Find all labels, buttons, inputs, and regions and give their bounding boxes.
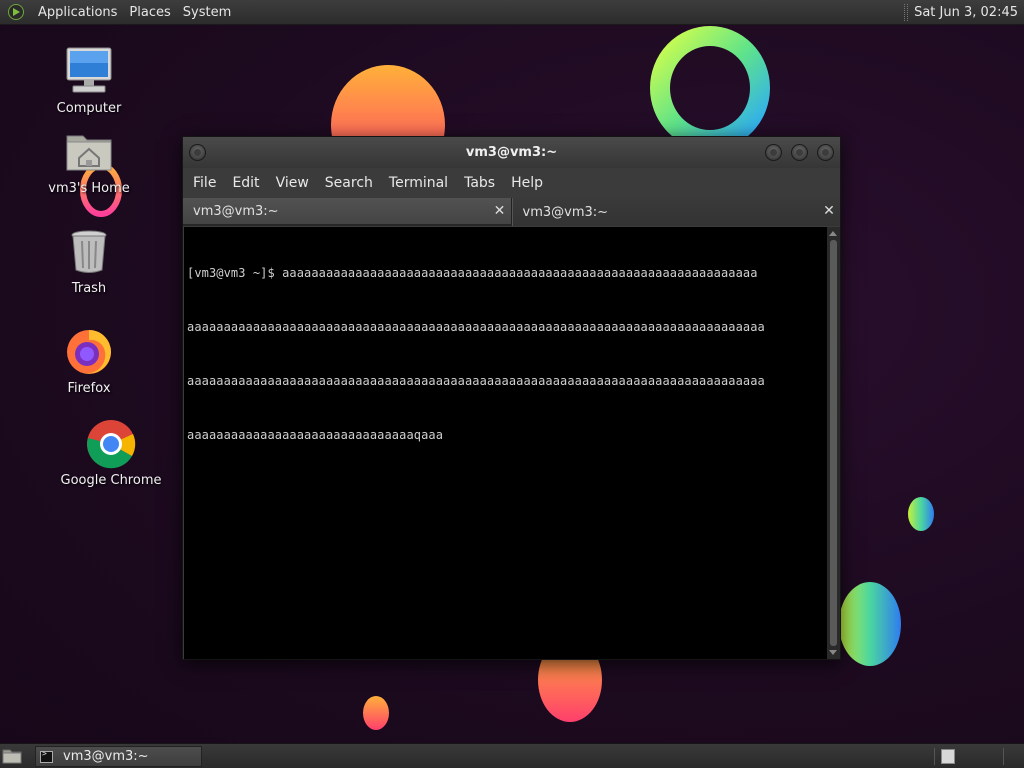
terminal-text: [vm3@vm3 ~]$ aaaaaaaaaaaaaaaaaaaaaaaaaaa… <box>187 228 827 480</box>
scroll-down-icon[interactable] <box>829 650 837 655</box>
menu-search[interactable]: Search <box>319 175 379 191</box>
terminal-line: [vm3@vm3 ~]$ aaaaaaaaaaaaaaaaaaaaaaaaaaa… <box>187 266 758 280</box>
show-desktop-icon[interactable] <box>2 747 22 765</box>
menu-terminal[interactable]: Terminal <box>383 175 454 191</box>
system-menu[interactable]: System <box>177 0 237 25</box>
close-icon[interactable] <box>817 144 834 161</box>
terminal-scrollbar[interactable] <box>827 227 840 659</box>
panel-separator <box>934 748 935 765</box>
top-panel: Applications Places System Sat Jun 3, 02… <box>0 0 1024 25</box>
window-menu-icon[interactable] <box>189 144 206 161</box>
tab-2[interactable]: vm3@vm3:~ ✕ <box>511 198 840 226</box>
desktop-icon-home[interactable]: vm3's Home <box>34 126 144 196</box>
panel-separator <box>1003 748 1004 765</box>
taskbar-button-terminal[interactable]: vm3@vm3:~ <box>35 746 202 767</box>
minimize-icon[interactable] <box>765 144 782 161</box>
tab-1[interactable]: vm3@vm3:~ ✕ <box>183 198 512 226</box>
desktop-icon-label: Trash <box>71 281 107 296</box>
maximize-icon[interactable] <box>791 144 808 161</box>
panel-handle[interactable] <box>904 4 909 21</box>
window-titlebar[interactable]: vm3@vm3:~ <box>183 137 840 168</box>
workspace-switcher[interactable] <box>941 749 955 764</box>
tab-label: vm3@vm3:~ <box>193 203 279 219</box>
applications-menu[interactable]: Applications <box>32 0 123 25</box>
clock[interactable]: Sat Jun 3, 02:45 <box>914 5 1024 20</box>
terminal-icon <box>40 749 53 763</box>
bottom-panel: vm3@vm3:~ <box>0 743 1024 768</box>
desktop-icon-trash[interactable]: Trash <box>34 226 144 296</box>
menu-file[interactable]: File <box>187 175 222 191</box>
terminal-line: aaaaaaaaaaaaaaaaaaaaaaaaaaaaaaaqaaa <box>187 428 444 442</box>
desktop-icon-label: Firefox <box>67 381 111 396</box>
menu-edit[interactable]: Edit <box>226 175 265 191</box>
window-title: vm3@vm3:~ <box>465 145 558 160</box>
trash-icon <box>63 226 115 278</box>
desktop-icon-computer[interactable]: Computer <box>34 46 144 116</box>
places-menu[interactable]: Places <box>123 0 176 25</box>
tab-label: vm3@vm3:~ <box>522 204 609 220</box>
terminal-line: aaaaaaaaaaaaaaaaaaaaaaaaaaaaaaaaaaaaaaaa… <box>187 320 765 334</box>
desktop-icon-label: Computer <box>56 101 122 116</box>
desktop-icon-label: Google Chrome <box>60 473 162 488</box>
computer-icon <box>63 46 115 98</box>
tab-bar: vm3@vm3:~ ✕ vm3@vm3:~ ✕ <box>183 198 840 226</box>
scroll-up-icon[interactable] <box>829 231 837 236</box>
desktop-icon-label: vm3's Home <box>48 181 130 196</box>
applications-logo-icon[interactable] <box>8 4 24 20</box>
terminal-output[interactable]: [vm3@vm3 ~]$ aaaaaaaaaaaaaaaaaaaaaaaaaaa… <box>184 227 827 659</box>
scroll-thumb[interactable] <box>830 240 837 646</box>
menu-tabs[interactable]: Tabs <box>458 175 501 191</box>
menu-view[interactable]: View <box>270 175 315 191</box>
tab-close-icon[interactable]: ✕ <box>822 204 836 218</box>
menu-bar: File Edit View Search Terminal Tabs Help <box>183 168 840 198</box>
firefox-icon <box>63 326 115 378</box>
terminal-window: vm3@vm3:~ File Edit View Search Terminal… <box>182 136 841 660</box>
home-folder-icon <box>63 126 115 178</box>
chrome-icon <box>85 418 137 470</box>
menu-help[interactable]: Help <box>505 175 549 191</box>
tab-close-icon[interactable]: ✕ <box>493 204 507 218</box>
taskbar-label: vm3@vm3:~ <box>63 749 149 764</box>
desktop-icon-chrome[interactable]: Google Chrome <box>56 418 166 488</box>
desktop-icon-firefox[interactable]: Firefox <box>34 326 144 396</box>
terminal-line: aaaaaaaaaaaaaaaaaaaaaaaaaaaaaaaaaaaaaaaa… <box>187 374 765 388</box>
